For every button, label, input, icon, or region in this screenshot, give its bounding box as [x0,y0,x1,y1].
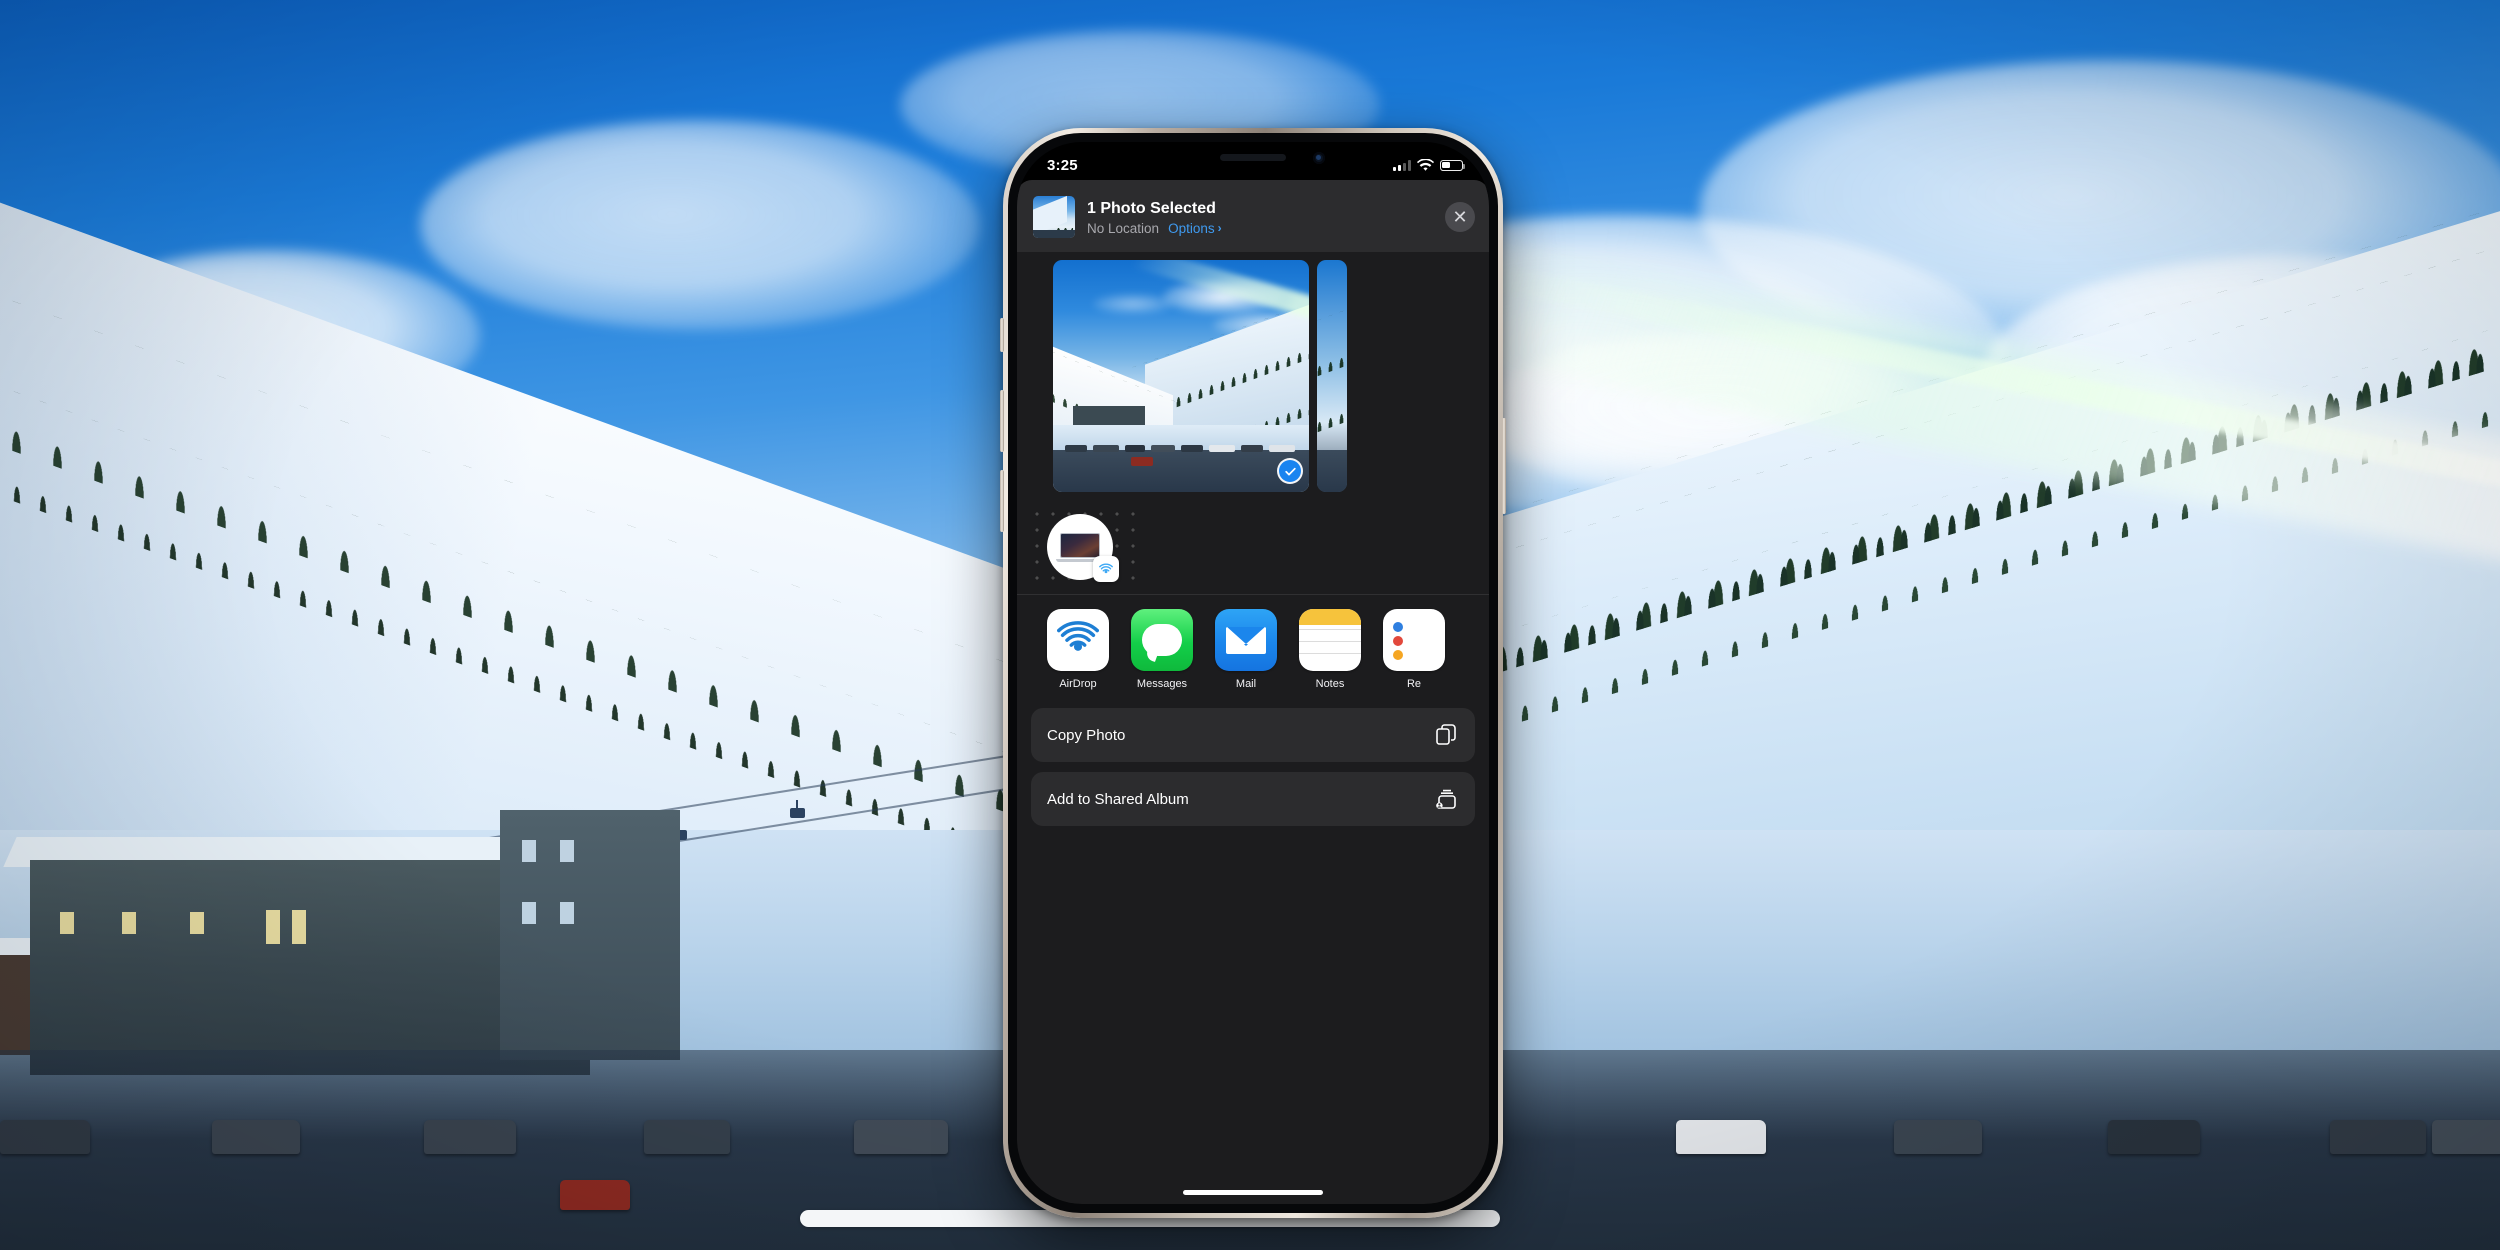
iphone-device: 3:25 1 Photo Selected No Location Option… [1000,128,1506,1218]
photo-preview-strip [1017,252,1489,502]
shared-album-icon [1433,786,1459,812]
action-label: Copy Photo [1047,726,1126,744]
checkmark-badge-icon [1279,460,1301,482]
photo-preview[interactable] [1053,260,1309,492]
signal-bars-icon [1393,159,1411,171]
airdrop-app-icon [1047,609,1109,671]
app-label: Notes [1315,678,1345,690]
battery-icon [1440,159,1466,171]
mail-app-icon [1215,609,1277,671]
share-app-airdrop[interactable]: AirDrop [1047,609,1109,690]
airdrop-icon [1093,556,1119,582]
parked-car [0,1120,90,1154]
chevron-right-icon: › [1217,221,1222,235]
parked-car [1676,1120,1766,1154]
parked-car [2330,1120,2426,1154]
phone-bezel: 3:25 1 Photo Selected No Location Option… [1008,133,1498,1213]
app-label: AirDrop [1059,678,1097,690]
volume-down-button[interactable] [1000,470,1004,532]
share-app-reminders[interactable]: Re [1383,609,1445,690]
share-app-row: AirDrop Messages Mail Notes Re [1017,594,1489,700]
app-label: Messages [1136,678,1188,690]
airdrop-section [1017,502,1489,594]
parked-car [1894,1120,1982,1154]
share-app-mail[interactable]: Mail [1215,609,1277,690]
front-camera [1313,152,1325,164]
status-time: 3:25 [1047,156,1078,174]
reminders-app-icon [1383,609,1445,671]
messages-app-icon [1131,609,1193,671]
parked-car [2108,1120,2200,1154]
share-sheet-header: 1 Photo Selected No Location Options › ✕ [1017,180,1489,252]
options-label: Options [1168,220,1215,236]
preview-photo-image [1053,260,1309,492]
parked-car [2432,1120,2500,1154]
preview-next-peek[interactable] [1317,260,1347,492]
earpiece-speaker [1220,154,1286,161]
options-link[interactable]: Options › [1168,221,1222,236]
action-copy-photo[interactable]: Copy Photo [1031,708,1475,762]
action-add-shared-album[interactable]: Add to Shared Album [1031,772,1475,826]
parked-car [644,1120,730,1154]
notch [1155,142,1351,175]
copy-icon [1433,722,1459,748]
parked-car [424,1120,516,1154]
action-label: Add to Shared Album [1047,790,1189,808]
power-button[interactable] [1502,418,1506,514]
share-app-messages[interactable]: Messages [1131,609,1193,690]
notes-app-icon [1299,609,1361,671]
parked-car [560,1180,630,1210]
chairlift-chair [790,800,805,818]
wifi-icon [1417,158,1434,171]
phone-screen: 3:25 1 Photo Selected No Location Option… [1017,142,1489,1204]
parked-car [212,1120,300,1154]
app-label: Re [1406,678,1422,690]
share-app-notes[interactable]: Notes [1299,609,1361,690]
share-sheet: 1 Photo Selected No Location Options › ✕ [1017,180,1489,1204]
home-indicator[interactable] [1183,1190,1323,1195]
silent-switch[interactable] [1000,318,1004,352]
share-actions: Copy Photo Add to Shared Album [1017,700,1489,836]
photo-thumbnail[interactable] [1033,196,1075,238]
cloud [420,120,980,330]
airdrop-target-device[interactable] [1047,514,1119,582]
volume-up-button[interactable] [1000,390,1004,452]
app-label: Mail [1235,678,1257,690]
page-title: 1 Photo Selected [1087,199,1216,217]
parked-car [854,1120,948,1154]
close-icon[interactable]: ✕ [1445,202,1475,232]
lodge-tower [500,810,680,1060]
location-label: No Location [1087,220,1160,236]
